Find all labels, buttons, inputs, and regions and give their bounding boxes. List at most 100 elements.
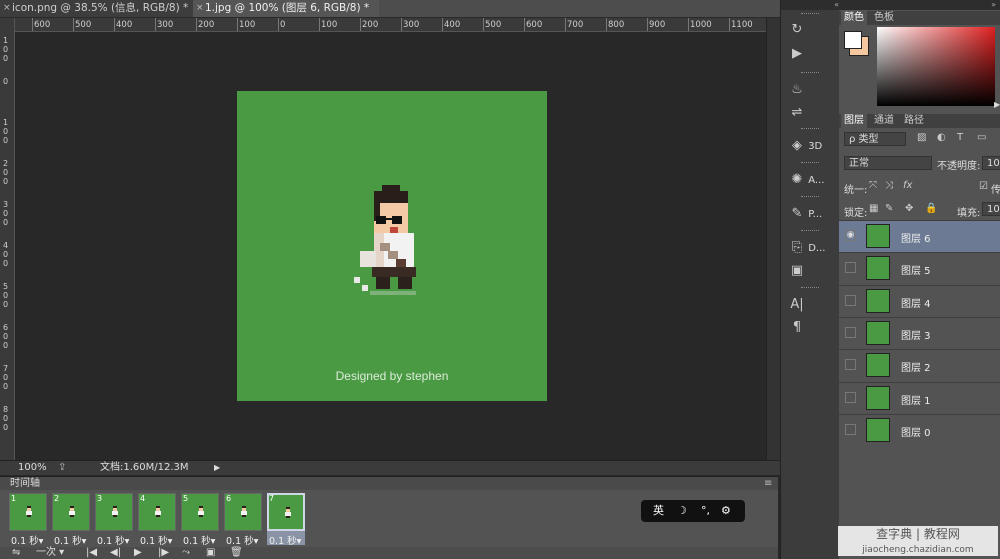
animation-frame[interactable]: 3 0.1 秒▾: [95, 493, 133, 547]
layer-name: 图层 1: [901, 395, 931, 407]
layer-row[interactable]: 图层 5: [839, 252, 1000, 285]
visibility-toggle[interactable]: [845, 359, 856, 371]
play-icon[interactable]: ▶: [134, 547, 142, 559]
lock-pixels-icon[interactable]: ▦: [869, 203, 878, 214]
visibility-toggle[interactable]: [845, 391, 856, 403]
filter-adjust-icon[interactable]: ◐: [937, 132, 946, 143]
tab-swatches[interactable]: 色板: [871, 11, 897, 25]
tab-paths[interactable]: 路径: [901, 114, 927, 128]
new-frame-icon[interactable]: ▣: [206, 547, 215, 559]
dock-button[interactable]: ▣: [789, 261, 833, 281]
panel-grip[interactable]: [801, 128, 819, 131]
next-frame-icon[interactable]: |▶: [158, 547, 169, 559]
animation-frame[interactable]: 7 0.1 秒▾: [267, 493, 305, 547]
vertical-scrollbar[interactable]: [766, 18, 780, 460]
panel-grip[interactable]: [801, 230, 819, 233]
ime-language[interactable]: 英: [653, 500, 664, 522]
unify-position-icon[interactable]: ⤧: [869, 180, 877, 191]
lock-paint-icon[interactable]: ✎: [885, 203, 893, 214]
filter-image-icon[interactable]: ▨: [917, 132, 926, 143]
document-image[interactable]: Designed by stephen: [237, 91, 547, 401]
panel-grip[interactable]: [801, 287, 819, 290]
layer-row[interactable]: 图层 4: [839, 284, 1000, 317]
dock-button[interactable]: A|: [789, 295, 833, 315]
tab-layers[interactable]: 图层: [841, 114, 867, 128]
foreground-color-swatch[interactable]: [844, 31, 862, 49]
close-tab-icon[interactable]: ×: [3, 0, 11, 17]
unify-visibility-icon[interactable]: ⤨: [885, 180, 893, 191]
tab-1-jpg[interactable]: × 1.jpg @ 100% (图层 6, RGB/8) *: [193, 0, 379, 17]
settings-icon[interactable]: ⚙: [721, 500, 731, 522]
animation-frame[interactable]: 5 0.1 秒▾: [181, 493, 219, 547]
dock-button[interactable]: ⎘ D...: [789, 238, 833, 258]
dock-button[interactable]: ¶: [789, 318, 833, 338]
layer-row[interactable]: 图层 0: [839, 413, 1000, 446]
panel-grip[interactable]: [801, 13, 819, 16]
color-spectrum[interactable]: [877, 27, 995, 106]
layer-row[interactable]: ◉ 图层 6: [839, 220, 1000, 252]
layer-row[interactable]: 图层 3: [839, 316, 1000, 349]
frame-delay-select[interactable]: 0.1 秒▾: [269, 533, 301, 547]
loop-select[interactable]: 一次 ▾: [36, 547, 64, 559]
frame-delay-select[interactable]: 0.1 秒▾: [140, 533, 172, 547]
tween-icon[interactable]: ⤳: [182, 547, 190, 559]
unify-style-icon[interactable]: fx: [903, 180, 912, 191]
layer-name: 图层 5: [901, 266, 931, 278]
opacity-input[interactable]: 100: [982, 156, 1000, 170]
layer-name: 图层 6: [901, 234, 931, 245]
expand-icon[interactable]: »: [839, 0, 1000, 10]
ruler-tick: [73, 18, 74, 31]
dock-button[interactable]: ◈ 3D: [789, 136, 833, 156]
propagate-checkbox[interactable]: ☑: [979, 181, 988, 192]
timeline-title[interactable]: 时间轴: [10, 477, 40, 491]
collapse-icon[interactable]: «: [781, 0, 839, 10]
tab-icon-png[interactable]: × icon.png @ 38.5% (信息, RGB/8) *: [0, 0, 196, 17]
prev-frame-icon[interactable]: ◀|: [110, 547, 121, 559]
status-menu-arrow-icon[interactable]: ▶: [214, 461, 220, 475]
fill-input[interactable]: 100: [982, 202, 1000, 216]
panel-grip[interactable]: [801, 196, 819, 199]
layer-kind-filter[interactable]: ρ 类型: [844, 132, 906, 146]
frame-delay-select[interactable]: 0.1 秒▾: [11, 533, 43, 547]
zoom-level[interactable]: 100%: [18, 461, 47, 475]
frame-delay-select[interactable]: 0.1 秒▾: [97, 533, 129, 547]
dock-button[interactable]: ✺ A...: [789, 170, 833, 190]
visibility-toggle[interactable]: [845, 326, 856, 338]
layer-row[interactable]: 图层 2: [839, 349, 1000, 382]
lock-move-icon[interactable]: ✥: [905, 203, 913, 214]
animation-frame[interactable]: 1 0.1 秒▾: [9, 493, 47, 547]
punctuation-icon[interactable]: °,: [701, 500, 710, 522]
convert-icon[interactable]: ⇋: [12, 547, 20, 559]
moon-icon[interactable]: ☽: [677, 500, 687, 522]
panel-grip[interactable]: [801, 72, 819, 75]
lock-all-icon[interactable]: 🔒: [925, 203, 937, 214]
close-tab-icon[interactable]: ×: [196, 0, 204, 17]
frame-delay-select[interactable]: 0.1 秒▾: [183, 533, 215, 547]
layer-row[interactable]: 图层 1: [839, 381, 1000, 414]
animation-frame[interactable]: 2 0.1 秒▾: [52, 493, 90, 547]
animation-frame[interactable]: 4 0.1 秒▾: [138, 493, 176, 547]
visibility-toggle[interactable]: [845, 262, 856, 274]
panel-menu-icon[interactable]: ≡: [764, 477, 772, 491]
tab-channels[interactable]: 通道: [871, 114, 897, 128]
filter-shape-icon[interactable]: ▭: [977, 132, 986, 143]
dock-button[interactable]: ♨: [789, 80, 833, 100]
visibility-toggle[interactable]: [845, 294, 856, 306]
share-icon[interactable]: ⇪: [58, 461, 66, 475]
visibility-toggle[interactable]: [845, 423, 856, 435]
first-frame-icon[interactable]: |◀: [86, 547, 97, 559]
panel-grip[interactable]: [801, 162, 819, 165]
filter-type-icon[interactable]: T: [957, 132, 963, 143]
dock-button[interactable]: ↻: [789, 20, 833, 40]
trash-icon[interactable]: 🗑: [230, 547, 243, 559]
animation-frame[interactable]: 6 0.1 秒▾: [224, 493, 262, 547]
dock-button-label: P...: [808, 209, 823, 220]
frame-delay-select[interactable]: 0.1 秒▾: [54, 533, 86, 547]
frame-delay-select[interactable]: 0.1 秒▾: [226, 533, 258, 547]
tab-color[interactable]: 颜色: [841, 11, 867, 25]
dock-button[interactable]: ▶: [789, 44, 833, 64]
blend-mode-select[interactable]: 正常: [844, 156, 932, 170]
eye-icon[interactable]: ◉: [845, 230, 856, 241]
dock-button[interactable]: ✎ P...: [789, 204, 833, 224]
dock-button[interactable]: ⇌: [789, 103, 833, 123]
